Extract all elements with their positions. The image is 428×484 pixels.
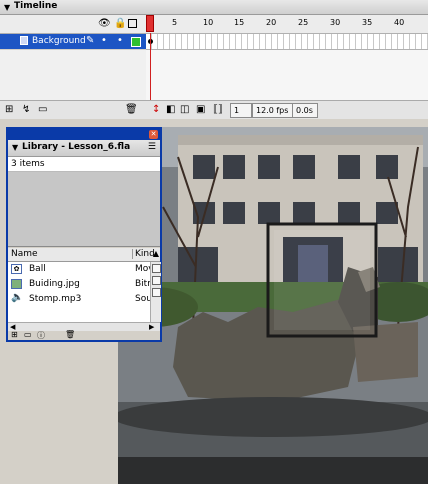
frame-number: 40 — [394, 18, 405, 27]
sort-order-icon[interactable]: ▲ — [153, 249, 159, 258]
frame-number: 20 — [266, 18, 277, 27]
current-frame: 1 — [230, 103, 252, 118]
item-name: Stomp.mp3 — [29, 294, 82, 304]
add-motion-guide-icon[interactable]: ↯ — [22, 104, 30, 115]
library-panel[interactable]: ✕ ▼ Library - Lesson_6.fla ☰ 3 items Nam… — [6, 127, 162, 342]
outline-icon[interactable] — [128, 19, 137, 28]
frame-number: 5 — [172, 18, 178, 27]
outline-color-icon[interactable] — [131, 37, 141, 47]
frame-number: 25 — [298, 18, 309, 27]
timeline-panel-header[interactable]: ▼ Timeline — [0, 0, 428, 15]
new-symbol-icon[interactable]: ⊞ — [11, 330, 18, 339]
delete-layer-icon[interactable]: 🗑 — [125, 104, 138, 115]
building-photo — [118, 127, 428, 484]
properties-icon[interactable]: ⓘ — [37, 330, 45, 341]
playhead[interactable] — [146, 15, 154, 32]
list-item[interactable]: 🔈 Stomp.mp3 Sou — [8, 292, 150, 307]
panel-menu-icon[interactable]: ☰ — [148, 142, 156, 152]
frame-number: 35 — [362, 18, 373, 27]
modify-onion-markers-icon[interactable]: ⟦⟧ — [213, 104, 223, 115]
stage-canvas[interactable] — [118, 127, 428, 484]
insert-folder-icon[interactable]: ▭ — [38, 104, 47, 115]
visibility-dot-icon[interactable]: • — [101, 35, 107, 46]
frame-number: 15 — [234, 18, 245, 27]
library-window-titlebar[interactable]: ✕ — [8, 129, 160, 140]
scroll-button-icon[interactable] — [152, 276, 161, 285]
layer-header-icons: 👁 🔒 — [98, 17, 142, 31]
edit-multiple-frames-icon[interactable]: ▣ — [196, 104, 205, 115]
pencil-icon: ✎ — [86, 35, 95, 46]
layer-icon — [20, 36, 28, 45]
timeline-status-bar: ⊞ ↯ ▭ 🗑 ↕ ◧ ◫ ▣ ⟦⟧ 1 12.0 fps 0.0s — [0, 100, 428, 119]
vertical-scrollbar[interactable] — [150, 262, 161, 322]
frame-number: 10 — [203, 18, 214, 27]
item-name: Ball — [29, 264, 46, 274]
column-name[interactable]: Name — [11, 249, 38, 259]
item-name: Buiding.jpg — [29, 279, 80, 289]
delete-icon[interactable]: 🗑 — [65, 330, 75, 339]
library-preview-area — [8, 172, 160, 247]
movieclip-icon: ✿ — [11, 264, 22, 274]
layer-row-background[interactable]: Background ✎ • • — [0, 34, 146, 49]
lock-icon[interactable]: 🔒 — [114, 17, 126, 31]
bitmap-icon — [11, 279, 22, 289]
scroll-button-icon[interactable] — [152, 264, 161, 273]
onion-skin-icon[interactable]: ◧ — [166, 104, 175, 115]
new-folder-icon[interactable]: ▭ — [24, 330, 32, 339]
column-kind[interactable]: Kind — [132, 249, 155, 259]
scroll-button-icon[interactable] — [152, 288, 161, 297]
list-item[interactable]: Buiding.jpg Bitm — [8, 277, 150, 292]
frame-number: 30 — [330, 18, 341, 27]
item-kind: Mov — [135, 264, 150, 274]
collapse-arrow-icon[interactable]: ▼ — [12, 143, 18, 152]
frame-area-empty — [146, 50, 428, 100]
timeline-title: Timeline — [14, 1, 58, 11]
frame-rate[interactable]: 12.0 fps — [252, 103, 294, 118]
center-frame-icon[interactable]: ↕ — [152, 104, 160, 115]
library-title: Library - Lesson_6.fla — [22, 142, 131, 152]
library-item-count: 3 items — [8, 157, 160, 172]
item-kind: Sou — [135, 294, 150, 304]
list-item[interactable]: ✿ Ball Mov — [8, 262, 150, 277]
scroll-right-icon[interactable]: ▶ — [149, 323, 154, 331]
item-kind: Bitm — [135, 279, 150, 289]
frame-track[interactable] — [146, 34, 428, 50]
library-toolbar: ⊞ ▭ ⓘ 🗑 — [8, 330, 160, 341]
elapsed-time: 0.0s — [292, 103, 318, 118]
layer-name: Background — [32, 36, 86, 46]
close-icon[interactable]: ✕ — [149, 130, 158, 139]
timeline-ruler[interactable]: 👁 🔒 1 5 10 15 20 25 30 35 40 — [0, 15, 428, 34]
library-column-headers: Name Kind ▲ — [8, 248, 160, 262]
library-header[interactable]: ▼ Library - Lesson_6.fla ☰ — [8, 140, 160, 157]
lock-dot-icon[interactable]: • — [117, 35, 123, 46]
item-count-text: 3 items — [11, 159, 45, 169]
insert-layer-icon[interactable]: ⊞ — [5, 104, 13, 115]
collapse-arrow-icon[interactable]: ▼ — [4, 3, 10, 12]
eye-icon[interactable]: 👁 — [98, 17, 111, 31]
layer-list-empty — [0, 50, 146, 100]
onion-skin-outlines-icon[interactable]: ◫ — [180, 104, 189, 115]
library-item-list: ✿ Ball Mov Buiding.jpg Bitm 🔈 Stomp.mp3 … — [8, 262, 150, 322]
sound-icon: 🔈 — [11, 292, 24, 303]
